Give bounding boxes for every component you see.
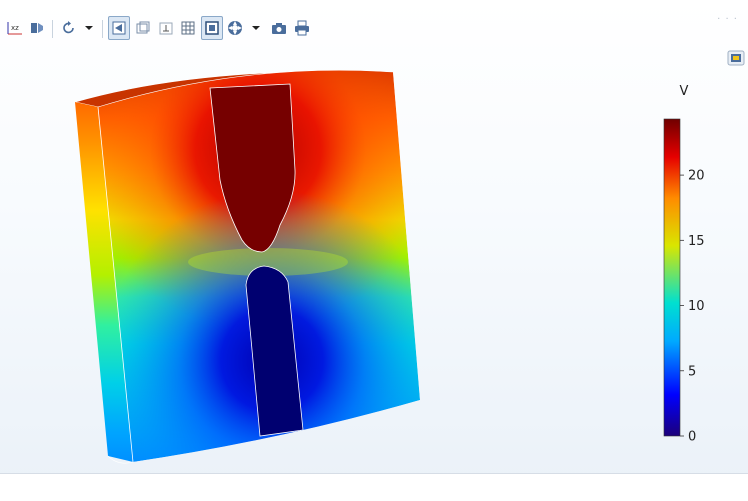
colorbar-ticks: 0 5 10 15 20: [680, 169, 705, 445]
axis-orientation-icon[interactable]: [155, 16, 177, 40]
camera-icon[interactable]: [268, 16, 290, 40]
transparency-icon[interactable]: [108, 16, 130, 40]
rotate-icon[interactable]: [58, 16, 80, 40]
colorbar-tick-label: 0: [688, 430, 696, 445]
colorbar: [663, 118, 681, 437]
colorbar-tick-label: 10: [688, 299, 705, 314]
toolbar-separator: [52, 20, 53, 38]
status-strip: [0, 473, 748, 501]
block-front-face: [98, 70, 420, 462]
colorbar-unit: V: [680, 84, 689, 99]
colorbar-tick-label: 20: [688, 169, 705, 184]
view-toggle-icon[interactable]: [26, 16, 48, 40]
axis-labels-icon[interactable]: xz: [4, 16, 26, 40]
scene-light-icon[interactable]: [224, 16, 246, 40]
toolbar-separator: [102, 20, 103, 38]
dropdown-arrow-icon[interactable]: [78, 16, 100, 40]
colorbar-tick-label: 15: [688, 234, 705, 249]
graphics-toolbar: xz · · ·: [0, 14, 748, 42]
overflow-dots-icon: · · ·: [717, 14, 738, 25]
frame-icon[interactable]: [201, 16, 223, 40]
colorbar-tick-label: 5: [688, 364, 696, 379]
svg-text:xz: xz: [11, 24, 19, 32]
grid-icon[interactable]: [177, 16, 199, 40]
dropdown-arrow-icon[interactable]: [245, 16, 267, 40]
3d-plot-area[interactable]: V 0 5 10 15 20: [0, 50, 748, 472]
print-icon[interactable]: [291, 16, 313, 40]
wireframe-icon[interactable]: [132, 16, 154, 40]
